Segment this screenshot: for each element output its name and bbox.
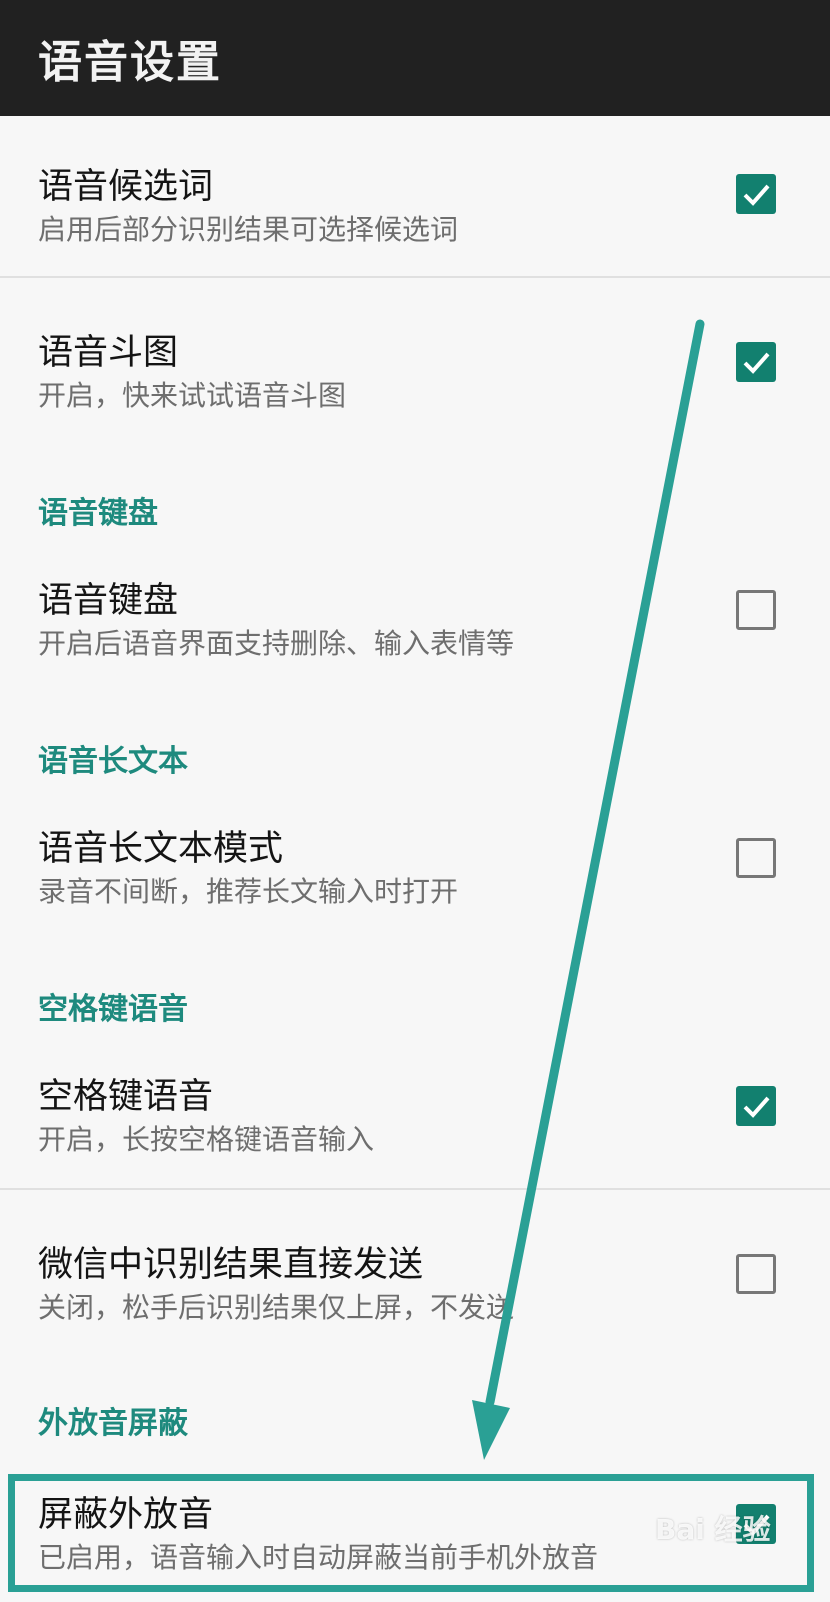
setting-subtitle: 开启，长按空格键语音输入 bbox=[38, 1123, 375, 1156]
setting-subtitle: 开启后语音界面支持删除、输入表情等 bbox=[38, 627, 515, 660]
setting-title: 语音键盘 bbox=[38, 581, 179, 621]
setting-wechat-direct-send[interactable]: 微信中识别结果直接发送 关闭，松手后识别结果仅上屏，不发送 bbox=[0, 1214, 830, 1354]
settings-list: 语音候选词 启用后部分识别结果可选择候选词 语音斗图 开启，快来试试语音斗图 语… bbox=[0, 116, 830, 1600]
divider bbox=[0, 276, 830, 278]
checkbox-unchecked[interactable] bbox=[736, 1254, 776, 1294]
checkbox-unchecked[interactable] bbox=[736, 590, 776, 630]
check-icon bbox=[743, 184, 770, 206]
watermark: Bai 经验 bbox=[655, 1513, 771, 1546]
setting-subtitle: 开启，快来试试语音斗图 bbox=[38, 379, 347, 412]
setting-title: 空格键语音 bbox=[38, 1077, 214, 1117]
setting-subtitle: 启用后部分识别结果可选择候选词 bbox=[38, 213, 459, 246]
setting-title: 语音候选词 bbox=[38, 167, 214, 207]
check-icon bbox=[743, 352, 770, 374]
setting-subtitle: 录音不间断，推荐长文输入时打开 bbox=[38, 875, 459, 908]
check-icon bbox=[743, 1096, 770, 1118]
category-long-text: 语音长文本 bbox=[38, 744, 188, 779]
setting-title: 微信中识别结果直接发送 bbox=[38, 1245, 424, 1285]
setting-voice-keyboard[interactable]: 语音键盘 开启后语音界面支持删除、输入表情等 bbox=[0, 550, 830, 690]
category-speaker-block: 外放音屏蔽 bbox=[38, 1406, 188, 1441]
setting-title: 语音长文本模式 bbox=[38, 829, 284, 869]
setting-voice-sticker[interactable]: 语音斗图 开启，快来试试语音斗图 bbox=[0, 302, 830, 442]
category-space-key-voice: 空格键语音 bbox=[38, 992, 188, 1027]
checkbox-checked[interactable] bbox=[736, 342, 776, 382]
divider bbox=[0, 1188, 830, 1190]
checkbox-unchecked[interactable] bbox=[736, 838, 776, 878]
page-title: 语音设置 bbox=[38, 37, 222, 88]
setting-subtitle: 已启用，语音输入时自动屏蔽当前手机外放音 bbox=[38, 1541, 599, 1574]
setting-title: 屏蔽外放音 bbox=[38, 1495, 214, 1535]
setting-long-text-mode[interactable]: 语音长文本模式 录音不间断，推荐长文输入时打开 bbox=[0, 798, 830, 938]
setting-subtitle: 关闭，松手后识别结果仅上屏，不发送 bbox=[38, 1291, 515, 1324]
setting-title: 语音斗图 bbox=[38, 333, 179, 373]
setting-space-key-voice[interactable]: 空格键语音 开启，长按空格键语音输入 bbox=[0, 1046, 830, 1186]
setting-voice-candidates[interactable]: 语音候选词 启用后部分识别结果可选择候选词 bbox=[0, 136, 830, 276]
checkbox-checked[interactable] bbox=[736, 1086, 776, 1126]
category-voice-keyboard: 语音键盘 bbox=[38, 496, 158, 531]
checkbox-checked[interactable] bbox=[736, 174, 776, 214]
app-bar: 语音设置 bbox=[0, 0, 830, 116]
